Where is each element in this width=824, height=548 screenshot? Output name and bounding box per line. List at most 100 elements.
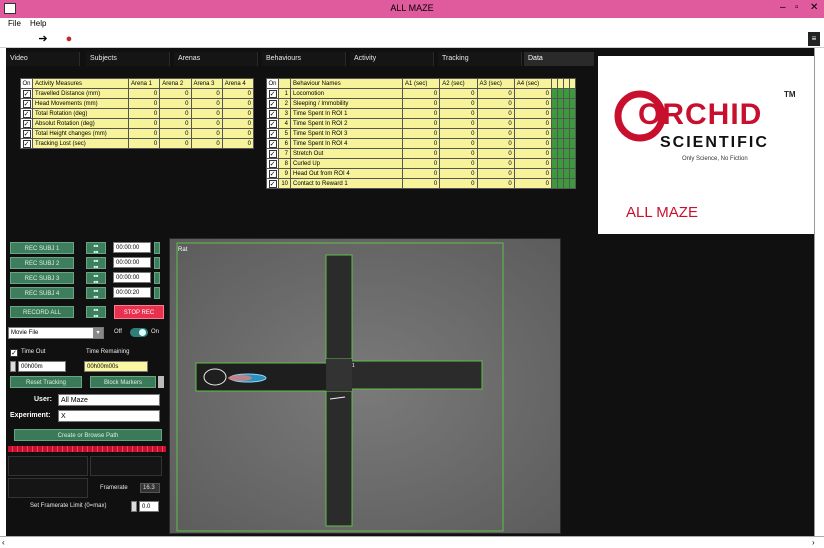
row-checkbox[interactable]: ✓: [20, 88, 33, 99]
row-checkbox[interactable]: ✓: [20, 98, 33, 109]
row-action-button[interactable]: [569, 148, 576, 159]
time-out-checkbox[interactable]: ✓: [10, 349, 18, 357]
row-action-button[interactable]: [569, 108, 576, 119]
chevron-down-icon[interactable]: ▾: [93, 328, 103, 338]
row-action-button[interactable]: [569, 118, 576, 129]
row-action-button[interactable]: [569, 98, 576, 109]
rec-subject-button[interactable]: REC SUBJ 4: [10, 287, 74, 299]
video-marker-label: 1: [352, 363, 355, 369]
experiment-input[interactable]: X: [58, 410, 160, 422]
behaviour-value: 0: [439, 108, 478, 119]
maximize-button[interactable]: ▫: [795, 2, 799, 13]
behaviour-value: 0: [476, 168, 515, 179]
activity-value: 0: [159, 128, 192, 139]
row-action-button[interactable]: [569, 168, 576, 179]
tab-behaviours[interactable]: Behaviours: [262, 52, 346, 66]
subject-aux-button[interactable]: ■■ ■■: [86, 287, 106, 299]
tab-data[interactable]: Data: [524, 52, 594, 66]
scroll-left-icon[interactable]: ‹: [2, 538, 5, 547]
menu-bar: File Help: [0, 18, 824, 30]
row-checkbox[interactable]: ✓: [266, 98, 279, 109]
record-all-button[interactable]: RECORD ALL: [10, 306, 74, 318]
rec-subject-button[interactable]: REC SUBJ 2: [10, 257, 74, 269]
activity-value: 0: [127, 128, 161, 139]
row-action-button[interactable]: [569, 128, 576, 139]
behaviour-name: Time Spent In ROI 2: [290, 118, 403, 129]
framerate-limit-label: Set Framerate Limit (0=max): [30, 503, 107, 509]
subject-aux-button[interactable]: ■■ ■■: [86, 242, 106, 254]
time-out-input[interactable]: 00h00m: [18, 361, 66, 372]
brand-subtitle: SCIENTIFIC: [660, 134, 769, 151]
rec-subject-button[interactable]: REC SUBJ 1: [10, 242, 74, 254]
user-input[interactable]: All Maze: [58, 394, 160, 406]
activity-measure-name: Tracking Lost (sec): [32, 138, 129, 149]
table-row: ✓ Total Rotation (deg) 0 0 0 0: [20, 108, 255, 119]
row-checkbox[interactable]: ✓: [266, 148, 279, 159]
minimize-button[interactable]: –: [780, 2, 786, 13]
preview-box-1: [8, 456, 88, 476]
framerate-limit-spinner[interactable]: [131, 501, 137, 512]
tab-bar: Video Subjects Arenas Behaviours Activit…: [6, 52, 598, 66]
create-browse-path-button[interactable]: Create or Browse Path: [14, 429, 162, 441]
activity-value: 0: [127, 98, 161, 109]
activity-value: 0: [190, 98, 223, 109]
row-action-button[interactable]: [569, 178, 576, 189]
video-feed[interactable]: Rat 1: [169, 238, 561, 534]
activity-value: 0: [159, 138, 192, 149]
block-markers-button[interactable]: Block Markers: [90, 376, 156, 388]
record-icon[interactable]: ●: [62, 32, 76, 46]
row-checkbox[interactable]: ✓: [266, 138, 279, 149]
menu-file[interactable]: File: [8, 19, 21, 28]
rec-subject-button[interactable]: REC SUBJ 3: [10, 272, 74, 284]
close-button[interactable]: ✕: [810, 2, 818, 13]
time-out-spinner[interactable]: [10, 361, 16, 372]
row-action-button[interactable]: [569, 88, 576, 99]
row-checkbox[interactable]: ✓: [20, 118, 33, 129]
side-panel-icon[interactable]: ≡: [808, 32, 820, 46]
subject-timer: 00:00:00: [113, 257, 151, 268]
stop-rec-button[interactable]: STOP REC: [114, 305, 164, 319]
row-checkbox[interactable]: ✓: [266, 128, 279, 139]
menu-help[interactable]: Help: [30, 19, 46, 28]
on-label: On: [151, 329, 160, 335]
behaviour-value: 0: [401, 128, 441, 139]
source-select[interactable]: Movie File ▾: [8, 327, 104, 339]
row-checkbox[interactable]: ✓: [266, 178, 279, 189]
table-row: ✓ 5 Time Spent In ROI 30000: [266, 128, 576, 139]
framerate-limit-input[interactable]: 0.0: [139, 501, 159, 512]
table-row: ✓ Total Height changes (mm) 0 0 0 0: [20, 128, 255, 139]
row-checkbox[interactable]: ✓: [20, 138, 33, 149]
right-scroll-strip[interactable]: [814, 48, 824, 548]
tab-activity[interactable]: Activity: [350, 52, 434, 66]
behaviour-value: 0: [476, 108, 515, 119]
behaviour-value: 0: [439, 168, 478, 179]
rec-all-aux-button[interactable]: ■■ ■■: [86, 306, 106, 318]
reset-tracking-button[interactable]: Reset Tracking: [10, 376, 82, 388]
block-markers-dropdown[interactable]: [158, 376, 164, 388]
row-action-button[interactable]: [569, 138, 576, 149]
tab-tracking[interactable]: Tracking: [438, 52, 522, 66]
go-arrow-icon[interactable]: ➔: [36, 32, 50, 46]
preview-box-3: [8, 478, 88, 498]
activity-value: 0: [159, 88, 192, 99]
behaviour-value: 0: [401, 148, 441, 159]
subject-aux-button[interactable]: ■■ ■■: [86, 257, 106, 269]
on-off-toggle[interactable]: [130, 328, 148, 337]
tab-arenas[interactable]: Arenas: [174, 52, 258, 66]
row-checkbox[interactable]: ✓: [266, 168, 279, 179]
subject-aux-button[interactable]: ■■ ■■: [86, 272, 106, 284]
preview-box-2: [90, 456, 162, 476]
tab-subjects[interactable]: Subjects: [86, 52, 170, 66]
row-checkbox[interactable]: ✓: [266, 158, 279, 169]
activity-value: 0: [221, 118, 255, 129]
row-action-button[interactable]: [569, 158, 576, 169]
table-row: ✓ 2 Sleeping / Immobility 0 0 0 0: [266, 98, 576, 109]
scroll-right-icon[interactable]: ›: [812, 538, 815, 547]
row-checkbox[interactable]: ✓: [266, 118, 279, 129]
tab-video[interactable]: Video: [6, 52, 80, 66]
row-checkbox[interactable]: ✓: [266, 88, 279, 99]
row-checkbox[interactable]: ✓: [266, 108, 279, 119]
activity-measure-name: Total Rotation (deg): [32, 108, 129, 119]
row-checkbox[interactable]: ✓: [20, 128, 33, 139]
row-checkbox[interactable]: ✓: [20, 108, 33, 119]
